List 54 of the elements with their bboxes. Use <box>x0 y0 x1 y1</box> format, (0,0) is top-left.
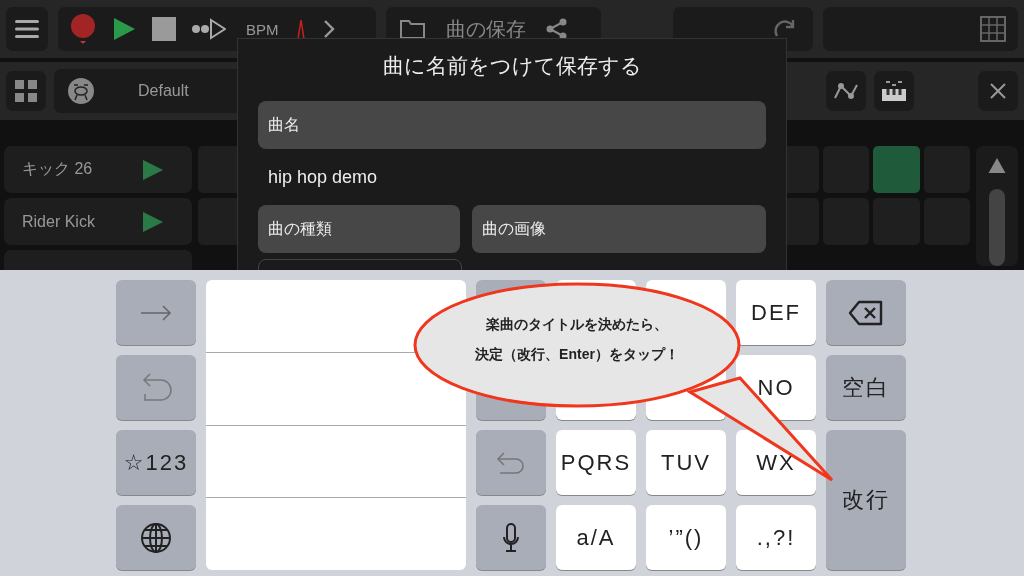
close-icon <box>989 82 1007 100</box>
track-header[interactable]: キック 26 <box>4 146 192 193</box>
microphone-icon <box>503 522 519 553</box>
step-sequencer-icon[interactable] <box>980 16 1006 42</box>
keyboard-key[interactable] <box>476 505 546 570</box>
option-button[interactable]: 曲の画像 <box>472 205 766 253</box>
scroll-bar[interactable] <box>976 146 1018 266</box>
track-name: Rider Kick <box>22 212 95 231</box>
folder-icon[interactable] <box>400 19 426 39</box>
arrow-right-icon <box>140 304 172 321</box>
keyboard-key[interactable]: a/A <box>556 505 636 570</box>
keyboard-key[interactable]: ☆123 <box>116 430 196 495</box>
drum-kit-icon <box>68 78 94 104</box>
song-name-field[interactable]: hip hop demo <box>258 149 766 205</box>
keyboard-key[interactable]: 空白 <box>826 355 906 420</box>
menu-button[interactable] <box>6 7 48 51</box>
callout-text: 決定（改行、Enter）をタップ！ <box>475 346 679 364</box>
play-icon[interactable] <box>142 158 164 181</box>
record-icon[interactable] <box>70 14 96 44</box>
song-title: 曲の保存 <box>446 16 526 42</box>
grid-view-button[interactable] <box>6 71 46 111</box>
keyboard-key[interactable]: TUV <box>646 430 726 495</box>
metronome-icon[interactable] <box>294 18 307 40</box>
scroll-up-icon[interactable] <box>988 158 1006 174</box>
piano-icon <box>881 80 907 102</box>
play-icon[interactable] <box>142 210 164 233</box>
chevron-right-icon[interactable] <box>322 19 335 39</box>
step-play-icon[interactable] <box>192 18 226 40</box>
backspace-icon <box>848 299 884 326</box>
curve-icon <box>833 81 859 101</box>
undo-arrow-icon <box>496 451 526 474</box>
option-button[interactable]: 曲の種類 <box>258 205 460 253</box>
keyboard-key[interactable]: PQRS <box>556 430 636 495</box>
close-button[interactable] <box>978 71 1018 111</box>
keyboard-key[interactable] <box>116 505 196 570</box>
keyboard-key[interactable] <box>826 280 906 345</box>
play-icon[interactable] <box>112 17 136 41</box>
menu-icon <box>15 19 39 39</box>
globe-icon <box>140 521 172 554</box>
grid-icon <box>15 80 37 102</box>
keyboard-key[interactable]: .,?! <box>736 505 816 570</box>
keyboard-key[interactable]: ’”() <box>646 505 726 570</box>
bpm-label: BPM <box>246 20 279 38</box>
track-name: キック 26 <box>22 159 93 179</box>
keyboard-key[interactable]: 改行 <box>826 430 906 570</box>
field-label: 曲名 <box>258 101 766 149</box>
automation-button[interactable] <box>826 71 866 111</box>
keyboard-key[interactable]: DEF <box>736 280 816 345</box>
callout-text: 楽曲のタイトルを決めたら、 <box>486 316 668 334</box>
piano-roll-button[interactable] <box>874 71 914 111</box>
dialog-title: 曲に名前をつけて保存する <box>381 53 643 79</box>
scroll-thumb[interactable] <box>989 189 1005 266</box>
track-header[interactable]: Rider Kick <box>4 198 192 245</box>
undo-icon <box>140 371 172 404</box>
